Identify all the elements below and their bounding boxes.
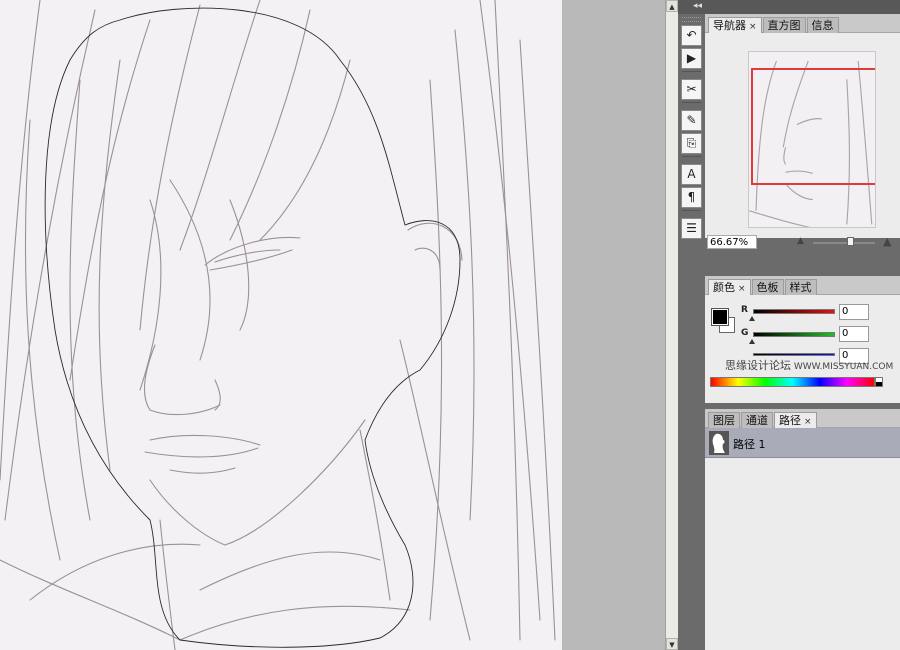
zoom-slider-thumb[interactable] bbox=[847, 237, 854, 246]
strip-divider bbox=[682, 102, 701, 108]
layer-comps-icon[interactable]: ☰ bbox=[681, 218, 702, 239]
zoom-input[interactable]: 66.67% bbox=[707, 235, 757, 249]
color-panel: R 0 G 0 0 思缘设计论坛 WWW.MISSYUAN.COM bbox=[705, 295, 900, 403]
character-icon[interactable]: A bbox=[681, 164, 702, 185]
path-list-item[interactable]: 路径 1 bbox=[705, 428, 900, 458]
tab-info[interactable]: 信息 bbox=[806, 17, 839, 33]
green-channel-slider[interactable] bbox=[753, 332, 835, 337]
dock-title-bar[interactable] bbox=[705, 0, 900, 14]
green-channel-label: G bbox=[741, 328, 749, 338]
actions-icon[interactable]: ▶ bbox=[681, 48, 702, 69]
zoom-out-icon[interactable]: ▲ bbox=[797, 236, 804, 246]
panel-icon-strip: ◂◂ ↶ ▶ ✂ ✎ ⎘ A ¶ ☰ bbox=[678, 0, 705, 650]
zoom-controls: 66.67% ▲ ▲ bbox=[705, 235, 900, 251]
tab-label: 颜色 bbox=[713, 281, 735, 294]
navigator-view-box[interactable] bbox=[751, 68, 875, 185]
navigator-thumbnail[interactable] bbox=[748, 51, 876, 228]
close-icon[interactable]: × bbox=[804, 417, 812, 427]
tab-paths[interactable]: 路径 × bbox=[774, 412, 817, 428]
path-shape-icon bbox=[710, 432, 728, 454]
navigator-panel: 66.67% ▲ ▲ bbox=[705, 33, 900, 249]
scroll-up-arrow-icon[interactable]: ▲ bbox=[666, 0, 678, 12]
green-value-input[interactable]: 0 bbox=[839, 326, 869, 342]
tab-color[interactable]: 颜色 × bbox=[708, 279, 751, 295]
strip-grip[interactable] bbox=[682, 17, 701, 22]
vertical-scrollbar[interactable]: ▲ ▼ bbox=[665, 0, 678, 650]
green-slider-thumb[interactable] bbox=[749, 339, 755, 344]
red-slider-thumb[interactable] bbox=[749, 316, 755, 321]
tool-presets-icon[interactable]: ✂ bbox=[681, 79, 702, 100]
tab-label: 导航器 bbox=[713, 19, 746, 32]
close-icon[interactable]: × bbox=[749, 22, 757, 32]
layers-tabs: 图层 通道 路径 × bbox=[705, 409, 900, 428]
strip-divider bbox=[682, 71, 701, 77]
zoom-slider[interactable] bbox=[813, 237, 875, 246]
watermark: 思缘设计论坛 WWW.MISSYUAN.COM bbox=[725, 357, 900, 373]
tab-label: 路径 bbox=[779, 414, 801, 427]
scroll-down-arrow-icon[interactable]: ▼ bbox=[666, 638, 678, 650]
history-icon[interactable]: ↶ bbox=[681, 25, 702, 46]
watermark-en: WWW.MISSYUAN.COM bbox=[793, 362, 894, 372]
color-tabs: 颜色 × 色板 样式 bbox=[705, 276, 900, 295]
strip-divider bbox=[682, 156, 701, 162]
tab-swatches[interactable]: 色板 bbox=[751, 279, 784, 295]
paragraph-icon[interactable]: ¶ bbox=[681, 187, 702, 208]
tab-navigator[interactable]: 导航器 × bbox=[708, 17, 762, 33]
tab-histogram[interactable]: 直方图 bbox=[762, 17, 806, 33]
zoom-in-icon[interactable]: ▲ bbox=[883, 235, 891, 248]
black-white-swatch[interactable] bbox=[875, 377, 883, 387]
path-thumbnail bbox=[709, 431, 729, 455]
paths-panel: 路径 1 ● ○ ◌ ◇ ▫ 🗑 bbox=[705, 428, 900, 650]
strip-divider bbox=[682, 210, 701, 216]
navigator-tabs: 导航器 × 直方图 信息 bbox=[705, 14, 900, 33]
panel-dock: 导航器 × 直方图 信息 66.67% ▲ ▲ 颜色 × 色板 样式 R 0 G… bbox=[705, 0, 900, 650]
color-spectrum-bar[interactable] bbox=[710, 377, 875, 387]
red-channel-label: R bbox=[741, 305, 748, 315]
watermark-cn: 思缘设计论坛 bbox=[725, 359, 791, 372]
canvas-area[interactable] bbox=[0, 0, 665, 650]
collapse-panels-button[interactable]: ◂◂ bbox=[678, 0, 705, 14]
tab-styles[interactable]: 样式 bbox=[784, 279, 817, 295]
tab-layers[interactable]: 图层 bbox=[708, 412, 740, 428]
blue-channel-slider[interactable] bbox=[753, 353, 835, 356]
foreground-color-swatch[interactable] bbox=[711, 308, 729, 326]
tab-channels[interactable]: 通道 bbox=[741, 412, 773, 428]
red-value-input[interactable]: 0 bbox=[839, 304, 869, 320]
document-canvas[interactable] bbox=[0, 0, 562, 650]
close-icon[interactable]: × bbox=[738, 284, 746, 294]
brushes-icon[interactable]: ✎ bbox=[681, 110, 702, 131]
red-channel-slider[interactable] bbox=[753, 309, 835, 314]
clone-source-icon[interactable]: ⎘ bbox=[681, 133, 702, 154]
pencil-sketch-image bbox=[0, 0, 556, 650]
path-name: 路径 1 bbox=[733, 438, 766, 451]
